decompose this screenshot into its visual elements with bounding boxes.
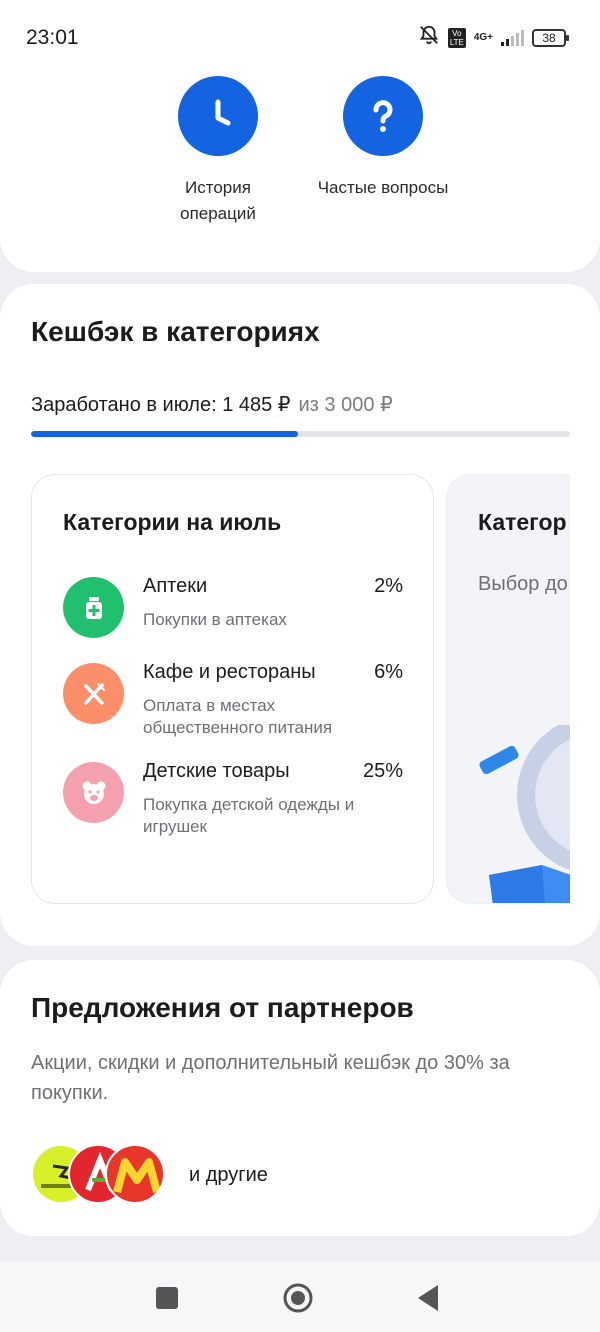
category-item-pharmacy[interactable]: Аптеки 2% Покупки в аптеках [63, 575, 403, 639]
partners-title: Предложения от партнеров [31, 992, 414, 1023]
cashback-progress-bar [31, 431, 570, 437]
fork-knife-icon [63, 663, 124, 724]
history-label[interactable]: История операций [148, 175, 288, 227]
categories-card[interactable]: Категории на июль Аптеки 2% Покупки в ап… [31, 474, 434, 904]
bell-muted-icon [418, 24, 440, 51]
next-card-desc: Выбор до [478, 573, 568, 595]
lm-logo [105, 1144, 165, 1204]
status-time: 23:01 [26, 26, 79, 49]
navigation-bar [0, 1262, 600, 1332]
clock-icon[interactable] [178, 76, 258, 156]
cashback-section: Кешбэк в категориях Заработано в июле: 1… [0, 284, 600, 946]
faq-action[interactable]: Частые вопросы [313, 76, 453, 201]
status-bar: 23:01 Vo LTE 4G+ 38 [0, 0, 600, 70]
cashback-title: Кешбэк в категориях [31, 316, 320, 347]
category-percent: 6% [374, 661, 403, 683]
category-desc: Покупка детской одежды и игрушек [143, 795, 355, 836]
earned-row: Заработано в июле: 1 485 ₽ из 3 000 ₽ [31, 392, 393, 417]
history-action[interactable]: История операций [148, 76, 288, 227]
signal-icon [501, 29, 524, 46]
cashback-progress-fill [31, 431, 298, 437]
status-icons: Vo LTE 4G+ 38 [418, 24, 569, 51]
partners-desc: Акции, скидки и дополнительный кешбэк до… [31, 1052, 510, 1104]
category-name: Детские товары [143, 760, 290, 782]
pharmacy-icon [63, 577, 124, 638]
home-icon[interactable] [282, 1282, 314, 1314]
next-categories-card[interactable]: Категор Выбор до [446, 474, 570, 904]
category-item-cafe[interactable]: Кафе и рестораны 6% Оплата в местах обще… [63, 661, 403, 741]
next-card-title: Категор [478, 509, 567, 535]
category-percent: 2% [374, 575, 403, 597]
category-desc: Покупки в аптеках [143, 610, 287, 629]
teddy-bear-icon [63, 762, 124, 823]
partner-logos[interactable] [31, 1144, 171, 1206]
category-desc: Оплата в местах общественного питания [143, 696, 333, 737]
earned-amount: Заработано в июле: 1 485 ₽ [31, 394, 291, 416]
volte-icon: Vo LTE [447, 27, 466, 48]
network-type: 4G+ [473, 31, 493, 43]
faq-label[interactable]: Частые вопросы [313, 175, 453, 201]
gift-illustration [479, 725, 570, 903]
category-name: Аптеки [143, 575, 208, 597]
category-item-kids[interactable]: Детские товары 25% Покупка детской одежд… [63, 760, 403, 840]
category-name: Кафе и рестораны [143, 661, 316, 683]
recent-apps-icon[interactable] [151, 1282, 183, 1314]
battery-icon: 38 [532, 28, 569, 47]
back-icon[interactable] [412, 1282, 444, 1314]
categories-card-title: Категории на июль [63, 509, 282, 535]
earned-limit: из 3 000 ₽ [298, 394, 393, 416]
others-label[interactable]: и другие [189, 1164, 268, 1187]
quick-actions-card: 23:01 Vo LTE 4G+ 38 История операций Час… [0, 0, 600, 272]
question-icon[interactable] [343, 76, 423, 156]
partners-section: Предложения от партнеров Акции, скидки и… [0, 960, 600, 1236]
category-percent: 25% [362, 760, 403, 782]
